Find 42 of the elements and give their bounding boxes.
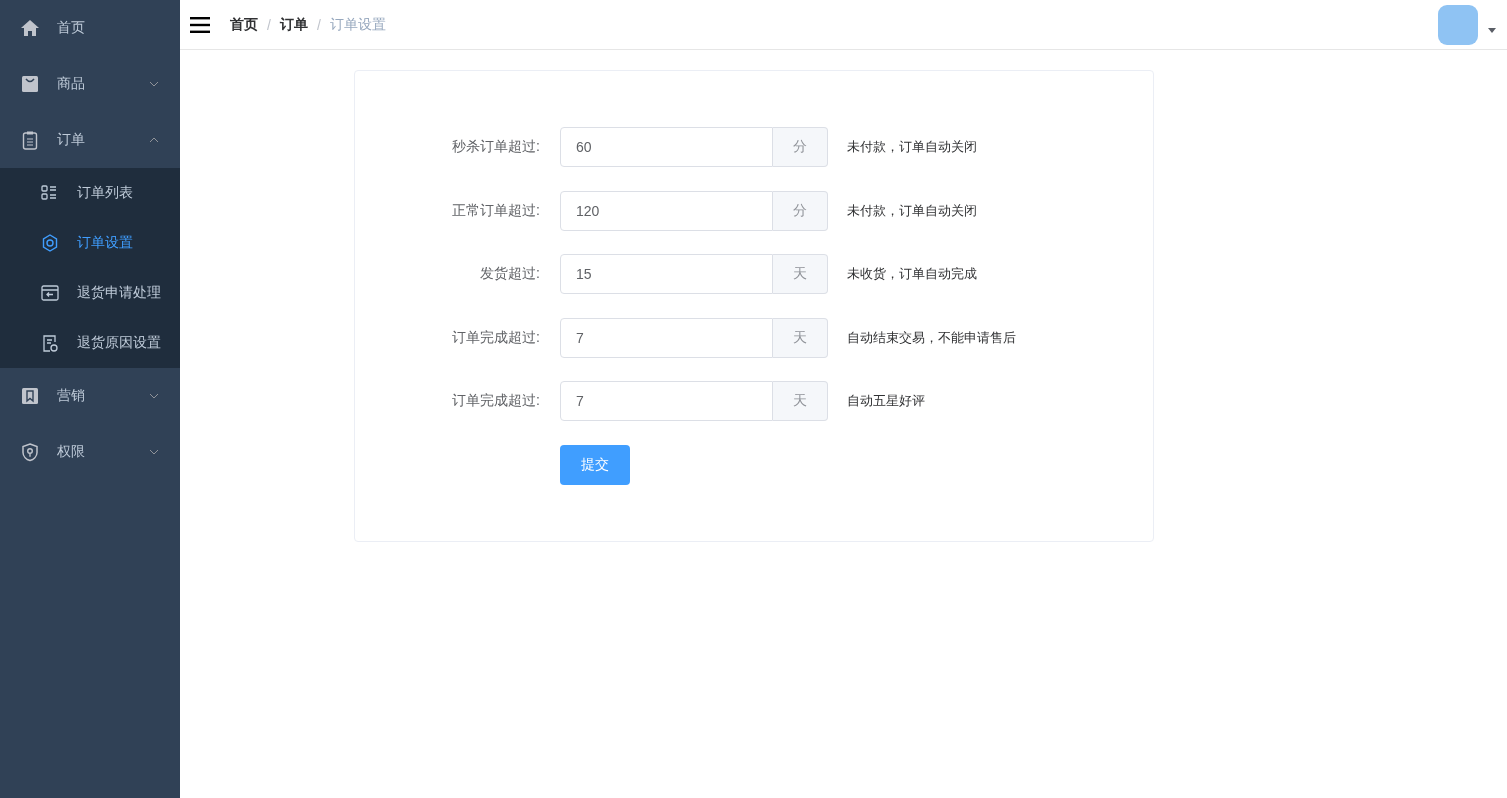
breadcrumb-link[interactable]: 首页 <box>230 15 258 34</box>
clipboard-icon <box>20 130 40 150</box>
settings-icon <box>40 233 60 253</box>
field-label: 秒杀订单超过: <box>451 138 541 156</box>
breadcrumb-separator: / <box>267 16 271 33</box>
number-input-field[interactable]: 60 <box>560 127 773 167</box>
unit-label: 天 <box>773 381 828 421</box>
unit-label: 天 <box>773 254 828 294</box>
submenu-item[interactable]: 订单列表 <box>0 168 180 218</box>
field-note: 未付款，订单自动关闭 <box>847 138 977 156</box>
sidebar-item[interactable]: 商品 <box>0 56 180 112</box>
submenu-item[interactable]: 退货申请处理 <box>0 268 180 318</box>
number-input-field[interactable]: 7 <box>560 381 773 421</box>
field-note: 未付款，订单自动关闭 <box>847 201 977 220</box>
menu-icon[interactable] <box>190 16 210 33</box>
unit-label: 天 <box>773 317 828 358</box>
sidebar-item[interactable]: 权限 <box>0 424 180 480</box>
field-note: 未收货，订单自动完成 <box>847 265 977 283</box>
submenu-item[interactable]: 退货原因设置 <box>0 318 180 368</box>
field-note: 自动五星好评 <box>847 392 925 410</box>
sidebar-item[interactable]: 订单 <box>0 112 180 168</box>
unit-label: 分 <box>773 190 828 231</box>
number-input-field[interactable]: 15 <box>560 254 773 294</box>
field-label: 发货超过: <box>479 265 541 283</box>
field-label: 正常订单超过: <box>451 201 541 220</box>
field-label: 订单完成超过: <box>451 392 541 410</box>
caret-icon[interactable] <box>1488 28 1496 33</box>
submenu-item[interactable]: 订单设置 <box>0 218 180 268</box>
number-input-field[interactable]: 120 <box>560 190 773 231</box>
breadcrumb-separator: / <box>316 16 321 33</box>
field-label: 订单完成超过: <box>451 328 541 347</box>
bag-icon <box>20 74 40 94</box>
bookmark-icon <box>20 386 40 406</box>
sidebar-item[interactable]: 首页 <box>0 0 180 56</box>
field-note: 自动结束交易，不能申请售后 <box>847 328 1016 347</box>
unit-label: 分 <box>773 127 828 167</box>
sidebar-item[interactable]: 营销 <box>0 368 180 424</box>
shield-icon <box>20 442 40 462</box>
number-input-field[interactable]: 7 <box>560 317 773 358</box>
breadcrumb-link[interactable]: 订单 <box>279 15 308 34</box>
home-icon <box>20 18 40 38</box>
document-gear-icon <box>40 333 60 353</box>
